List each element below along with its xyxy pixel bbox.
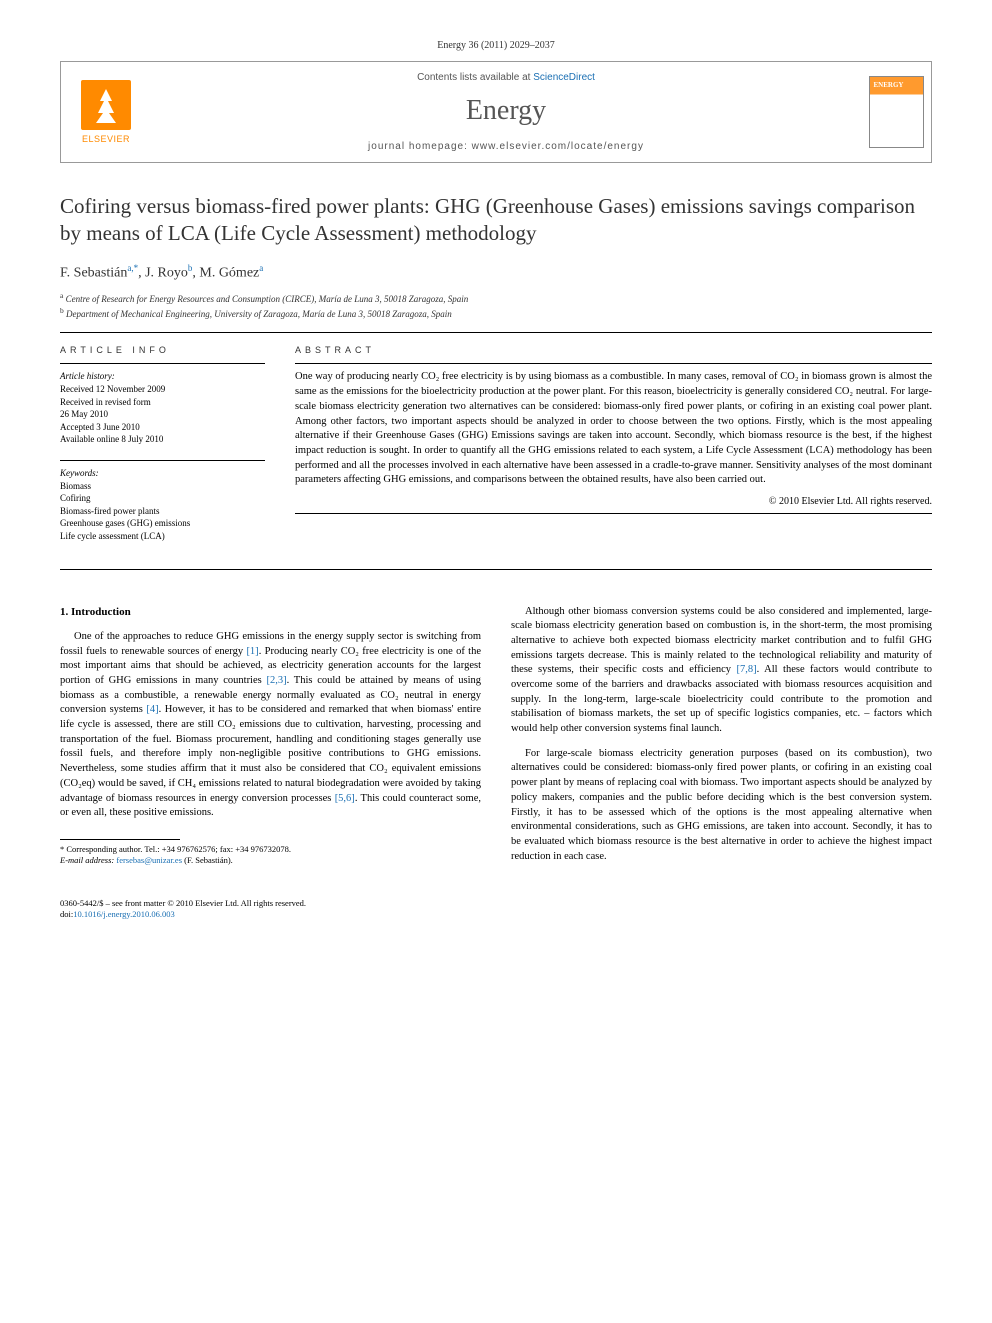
- email-suffix: (F. Sebastián).: [182, 855, 233, 865]
- corresponding-email-line: E-mail address: fersebas@unizar.es (F. S…: [60, 855, 481, 866]
- header-center: Contents lists available at ScienceDirec…: [151, 62, 861, 162]
- body-columns: 1. Introduction One of the approaches to…: [60, 605, 932, 875]
- doi-line: doi:10.1016/j.energy.2010.06.003: [60, 909, 932, 920]
- author-affil-marker[interactable]: b: [188, 263, 193, 273]
- affil-sup: b: [60, 306, 64, 315]
- divider: [60, 332, 932, 333]
- sciencedirect-link[interactable]: ScienceDirect: [533, 72, 595, 83]
- info-abstract-row: ARTICLE INFO Article history: Received 1…: [60, 345, 932, 556]
- front-matter-line: 0360-5442/$ – see front matter © 2010 El…: [60, 898, 932, 909]
- ref-link[interactable]: [5,6]: [335, 793, 355, 804]
- author-affil-marker[interactable]: a,*: [127, 263, 138, 273]
- divider: [60, 363, 265, 364]
- doi-label: doi:: [60, 909, 73, 919]
- author-name: J. Royo: [145, 265, 188, 280]
- ref-link[interactable]: [2,3]: [266, 675, 286, 686]
- publisher-logo-cell: ELSEVIER: [61, 62, 151, 162]
- keyword: Greenhouse gases (GHG) emissions: [60, 517, 265, 530]
- body-left-column: 1. Introduction One of the approaches to…: [60, 605, 481, 875]
- article-title: Cofiring versus biomass-fired power plan…: [60, 193, 932, 248]
- author-name: F. Sebastián: [60, 265, 127, 280]
- contents-available-line: Contents lists available at ScienceDirec…: [417, 72, 595, 83]
- journal-cover-thumb: ENERGY: [869, 76, 924, 148]
- ref-link[interactable]: [4]: [146, 704, 158, 715]
- article-info-column: ARTICLE INFO Article history: Received 1…: [60, 345, 265, 556]
- body-right-column: Although other biomass conversion system…: [511, 605, 932, 875]
- abstract-text: One way of producing nearly CO₂ free ele…: [295, 370, 932, 488]
- homepage-url[interactable]: www.elsevier.com/locate/energy: [472, 141, 644, 152]
- history-line: Available online 8 July 2010: [60, 433, 265, 446]
- author-affil-marker[interactable]: a: [259, 263, 263, 273]
- affiliations: a Centre of Research for Energy Resource…: [60, 291, 932, 320]
- history-label: Article history:: [60, 370, 265, 383]
- citation-line: Energy 36 (2011) 2029–2037: [60, 40, 932, 51]
- keyword: Biomass: [60, 480, 265, 493]
- elsevier-tree-icon: [81, 80, 131, 130]
- cover-title: ENERGY: [874, 81, 904, 89]
- article-history-block: Article history: Received 12 November 20…: [60, 370, 265, 446]
- corresponding-author-footnote: * Corresponding author. Tel.: +34 976762…: [60, 844, 481, 866]
- keywords-block: Keywords: Biomass Cofiring Biomass-fired…: [60, 467, 265, 543]
- affil-text: Department of Mechanical Engineering, Un…: [66, 309, 452, 319]
- journal-cover-cell: ENERGY: [861, 62, 931, 162]
- homepage-prefix: journal homepage:: [368, 141, 472, 152]
- body-paragraph: One of the approaches to reduce GHG emis…: [60, 630, 481, 821]
- journal-name: Energy: [466, 95, 546, 127]
- history-line: 26 May 2010: [60, 408, 265, 421]
- doi-link[interactable]: 10.1016/j.energy.2010.06.003: [73, 909, 175, 919]
- divider: [295, 513, 932, 514]
- article-info-heading: ARTICLE INFO: [60, 345, 265, 355]
- history-line: Received in revised form: [60, 396, 265, 409]
- divider: [295, 363, 932, 364]
- keyword: Cofiring: [60, 492, 265, 505]
- keywords-label: Keywords:: [60, 467, 265, 480]
- affiliation-line: b Department of Mechanical Engineering, …: [60, 306, 932, 321]
- ref-link[interactable]: [1]: [246, 646, 258, 657]
- section-heading: 1. Introduction: [60, 605, 481, 620]
- affil-sup: a: [60, 291, 63, 300]
- body-paragraph: Although other biomass conversion system…: [511, 605, 932, 737]
- history-line: Received 12 November 2009: [60, 383, 265, 396]
- affiliation-line: a Centre of Research for Energy Resource…: [60, 291, 932, 306]
- ref-link[interactable]: [7,8]: [737, 664, 757, 675]
- keyword: Biomass-fired power plants: [60, 505, 265, 518]
- divider: [60, 460, 265, 461]
- affil-text: Centre of Research for Energy Resources …: [66, 294, 469, 304]
- author-name: M. Gómez: [199, 265, 259, 280]
- publisher-name: ELSEVIER: [82, 134, 130, 144]
- copyright-line: © 2010 Elsevier Ltd. All rights reserved…: [295, 496, 932, 507]
- page-footer: 0360-5442/$ – see front matter © 2010 El…: [60, 898, 932, 920]
- text-run: . However, it has to be considered and r…: [60, 704, 481, 803]
- abstract-column: ABSTRACT One way of producing nearly CO₂…: [295, 345, 932, 556]
- email-link[interactable]: fersebas@unizar.es: [116, 855, 182, 865]
- keyword: Life cycle assessment (LCA): [60, 530, 265, 543]
- author-list: F. Sebastiána,*, J. Royob, M. Gómeza: [60, 263, 932, 282]
- history-line: Accepted 3 June 2010: [60, 421, 265, 434]
- divider: [60, 569, 932, 570]
- footnote-divider: [60, 839, 180, 840]
- contents-prefix: Contents lists available at: [417, 72, 533, 83]
- email-label: E-mail address:: [60, 855, 116, 865]
- corresponding-tel: * Corresponding author. Tel.: +34 976762…: [60, 844, 481, 855]
- abstract-heading: ABSTRACT: [295, 345, 932, 355]
- body-paragraph: For large-scale biomass electricity gene…: [511, 747, 932, 865]
- journal-header: ELSEVIER Contents lists available at Sci…: [60, 61, 932, 163]
- journal-homepage-line: journal homepage: www.elsevier.com/locat…: [368, 141, 644, 152]
